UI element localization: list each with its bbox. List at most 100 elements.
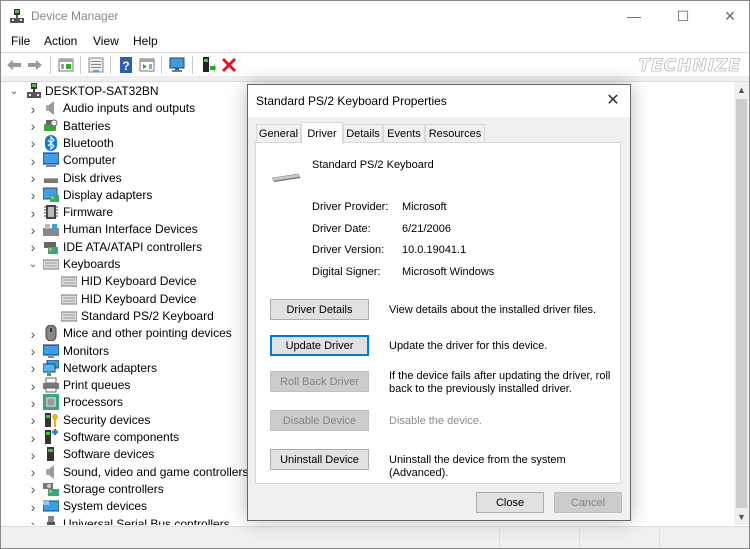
chevron-right-icon[interactable]: › xyxy=(28,360,38,377)
menu-bar: File Action View Help xyxy=(1,31,749,51)
chevron-right-icon[interactable]: › xyxy=(28,429,38,446)
watermark-logo: TECHNIZE xyxy=(638,56,741,77)
uninstall-device-description: Uninstall the device from the system (Ad… xyxy=(389,454,566,479)
scrollbar-thumb[interactable] xyxy=(736,99,747,508)
toolbar-separator xyxy=(80,56,81,74)
chevron-right-icon[interactable]: › xyxy=(28,325,38,342)
minimize-button[interactable]: — xyxy=(611,1,657,31)
tab-resources[interactable]: Resources xyxy=(425,124,485,143)
scan-hardware-icon[interactable] xyxy=(169,57,185,73)
uninstall-device-icon[interactable] xyxy=(221,57,237,73)
chevron-right-icon[interactable]: › xyxy=(28,221,38,238)
driver-provider-value: Microsoft xyxy=(402,201,447,213)
ide-controller-icon xyxy=(44,241,58,254)
svg-text:?: ? xyxy=(122,59,129,73)
maximize-button[interactable]: ☐ xyxy=(660,1,706,31)
status-segment xyxy=(499,529,579,547)
tree-category-label: Network adapters xyxy=(63,360,158,375)
processor-icon xyxy=(43,394,59,411)
chevron-right-icon[interactable]: › xyxy=(28,343,38,360)
cancel-button[interactable]: Cancel xyxy=(554,492,622,513)
tab-events[interactable]: Events xyxy=(383,124,425,143)
tab-general[interactable]: General xyxy=(256,124,301,143)
driver-date-label: Driver Date: xyxy=(312,223,371,235)
roll-back-driver-button[interactable]: Roll Back Driver xyxy=(270,371,369,392)
dialog-close-button[interactable]: ✕ xyxy=(600,89,626,111)
device-name: Standard PS/2 Keyboard xyxy=(312,159,434,171)
menu-view[interactable]: View xyxy=(93,34,119,48)
show-hide-console-tree-icon[interactable] xyxy=(58,57,74,73)
close-button[interactable]: Close xyxy=(476,492,544,513)
tree-category-label: Universal Serial Bus controllers xyxy=(63,516,230,526)
status-segment xyxy=(579,529,659,547)
scroll-up-button[interactable]: ▲ xyxy=(734,82,749,98)
forward-arrow-icon[interactable] xyxy=(27,57,43,73)
tree-device-label: HID Keyboard Device xyxy=(81,291,197,306)
speaker-icon xyxy=(46,101,54,116)
disable-device-description: Disable the device. xyxy=(389,415,482,427)
chevron-right-icon[interactable]: › xyxy=(28,135,38,152)
chevron-right-icon[interactable]: › xyxy=(28,204,38,221)
disk-drive-icon xyxy=(44,177,58,183)
tree-category-label: Disk drives xyxy=(63,170,122,185)
chevron-right-icon[interactable]: › xyxy=(28,412,38,429)
chevron-right-icon[interactable]: › xyxy=(28,152,38,169)
update-driver-icon[interactable] xyxy=(200,57,216,73)
chevron-right-icon[interactable]: › xyxy=(28,187,38,204)
chevron-right-icon[interactable]: › xyxy=(28,394,38,411)
security-device-icon xyxy=(45,412,58,427)
minimize-icon: — xyxy=(627,8,641,24)
tab-driver[interactable]: Driver xyxy=(301,122,343,144)
menu-action[interactable]: Action xyxy=(44,34,77,48)
roll-back-description-line-2: back to the previously installed driver. xyxy=(389,383,572,395)
chevron-right-icon[interactable]: › xyxy=(28,377,38,394)
keyboard-icon xyxy=(61,276,77,287)
tree-category-label: IDE ATA/ATAPI controllers xyxy=(63,239,203,254)
sound-controller-icon xyxy=(46,464,54,479)
chevron-right-icon[interactable]: › xyxy=(28,464,38,481)
action-pane-icon[interactable] xyxy=(139,57,155,73)
chevron-down-icon[interactable]: ⌄ xyxy=(28,256,38,273)
chevron-down-icon[interactable]: ⌄ xyxy=(9,83,19,100)
chevron-right-icon[interactable]: › xyxy=(28,239,38,256)
network-adapter-icon xyxy=(43,359,59,376)
tree-category-label: Human Interface Devices xyxy=(63,222,198,237)
scroll-down-button[interactable]: ▼ xyxy=(734,509,749,525)
chevron-right-icon[interactable]: › xyxy=(28,498,38,515)
chevron-right-icon[interactable]: › xyxy=(28,481,38,498)
toolbar: ? TECHNIZE xyxy=(1,52,749,76)
toolbar-separator xyxy=(50,56,51,74)
tab-details[interactable]: Details xyxy=(343,124,383,143)
close-window-button[interactable]: ✕ xyxy=(707,1,750,31)
dialog-title-bar: Standard PS/2 Keyboard Properties ✕ xyxy=(248,85,630,117)
status-segment xyxy=(659,529,749,547)
tree-category-label: System devices xyxy=(63,499,148,514)
update-driver-button[interactable]: Update Driver xyxy=(270,335,369,356)
software-component-icon xyxy=(45,429,58,444)
chevron-right-icon[interactable]: › xyxy=(28,100,38,117)
tree-category-label: Keyboards xyxy=(63,257,121,271)
tree-category-label: Monitors xyxy=(63,343,110,358)
battery-icon xyxy=(44,119,58,131)
chevron-up-icon: ▲ xyxy=(737,85,746,95)
driver-details-button[interactable]: Driver Details xyxy=(270,299,369,320)
disable-device-button[interactable]: Disable Device xyxy=(270,410,369,431)
help-icon[interactable]: ? xyxy=(118,57,134,73)
menu-file[interactable]: File xyxy=(11,34,30,48)
close-icon: ✕ xyxy=(606,92,620,109)
title-bar: Device Manager — ☐ ✕ xyxy=(1,1,749,31)
back-arrow-icon[interactable] xyxy=(6,57,22,73)
chevron-right-icon[interactable]: › xyxy=(28,516,38,525)
chevron-right-icon[interactable]: › xyxy=(28,118,38,135)
roll-back-driver-description: If the device fails after updating the d… xyxy=(389,370,610,396)
usb-icon xyxy=(47,515,55,525)
chevron-right-icon[interactable]: › xyxy=(28,170,38,187)
menu-help[interactable]: Help xyxy=(133,34,158,48)
properties-icon[interactable] xyxy=(88,57,104,73)
chevron-right-icon[interactable]: › xyxy=(28,446,38,463)
vertical-scrollbar[interactable]: ▲ ▼ xyxy=(734,82,749,525)
toolbar-separator xyxy=(161,56,162,74)
uninstall-device-button[interactable]: Uninstall Device xyxy=(270,449,369,470)
driver-version-value: 10.0.19041.1 xyxy=(402,244,467,256)
computer-icon xyxy=(43,152,59,168)
